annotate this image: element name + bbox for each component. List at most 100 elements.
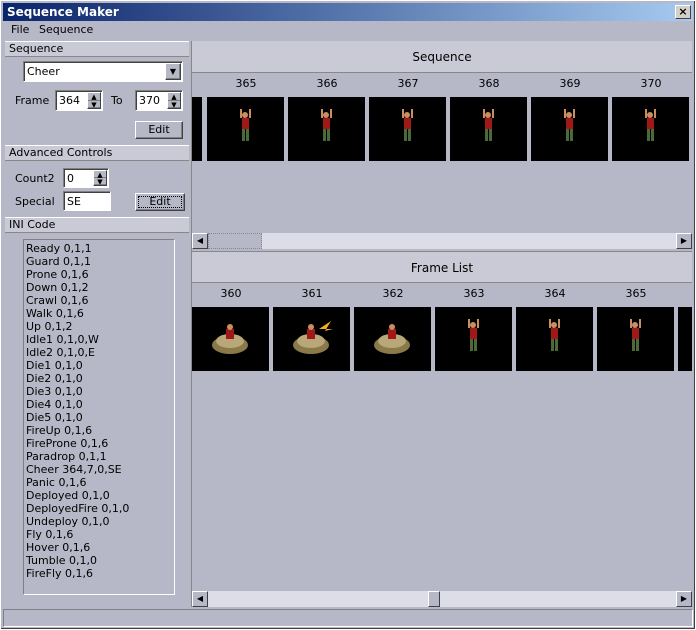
sequence-select[interactable]: Cheer ▼ [23,61,183,82]
soldier-sprite [402,109,413,141]
spin-up-icon[interactable]: ▲ [168,93,180,101]
ini-code-line: FireUp 0,1,6 [26,424,93,437]
ini-code-line: Panic 0,1,6 [26,476,87,489]
special-edit-button[interactable]: Edit [135,193,185,211]
frame-number: 366 [316,77,338,90]
special-label: Special [15,195,55,208]
ini-code-line: Guard 0,1,1 [26,255,92,268]
frame-thumbnail[interactable] [531,97,608,161]
bunker-sprite [374,324,410,354]
scroll-left-icon[interactable]: ◀ [192,233,208,249]
soldier-sprite [483,109,494,141]
bunker-sprite [212,324,248,354]
ini-code-line: Prone 0,1,6 [26,268,89,281]
special-field[interactable]: SE [63,191,111,211]
ini-code-line: Idle2 0,1,0,E [26,346,95,359]
frame-thumbnail[interactable] [597,307,674,371]
ini-code-line: DeployedFire 0,1,0 [26,502,130,515]
spin-down-icon[interactable]: ▼ [168,101,180,108]
frame-thumbnail[interactable] [354,307,431,371]
frame-to-value: 370 [139,94,160,107]
frame-thumbnail[interactable] [273,307,350,371]
ini-code-line: Paradrop 0,1,1 [26,450,107,463]
advanced-section-heading: Advanced Controls [5,145,189,161]
sequence-edit-button[interactable]: Edit [135,121,183,139]
frame-number: 360 [220,287,242,300]
frame-thumbnail[interactable] [450,97,527,161]
frame-from-spinner[interactable]: ▲ ▼ [87,92,101,109]
frame-list-header: Frame List [192,251,692,283]
ini-code-line: Cheer 364,7,0,SE [26,463,122,476]
chevron-down-icon[interactable]: ▼ [165,63,181,80]
frame-number: 363 [463,287,485,300]
window-title: Sequence Maker [7,5,119,19]
frame-label: Frame [15,94,50,107]
ini-code-line: Crawl 0,1,6 [26,294,89,307]
scroll-right-icon[interactable]: ▶ [676,591,692,607]
soldier-sprite [321,109,332,141]
frame-list-scroll-thumb[interactable] [428,591,440,607]
frame-number: 369 [559,77,581,90]
frame-number: 368 [478,77,500,90]
frame-thumbnail[interactable] [516,307,593,371]
scroll-left-icon[interactable]: ◀ [192,591,208,607]
spin-up-icon[interactable]: ▲ [94,171,106,179]
soldier-sprite [293,321,333,354]
count2-field[interactable]: 0 ▲ ▼ [63,168,109,188]
frame-number: 364 [544,287,566,300]
soldier-sprite [240,109,251,141]
frame-thumbnail-partial[interactable] [192,97,202,161]
ini-code-line: Tumble 0,1,0 [26,554,98,567]
ini-code-line: Idle1 0,1,0,W [26,333,99,346]
frame-thumbnail-partial[interactable] [678,307,692,371]
count2-spinner[interactable]: ▲ ▼ [93,170,107,186]
ini-section-heading: INI Code [5,217,189,233]
count2-value: 0 [67,172,74,185]
frame-thumbnail[interactable] [612,97,689,161]
soldier-sprite [468,319,479,351]
frame-thumbnail[interactable] [288,97,365,161]
ini-code-line: Die3 0,1,0 [26,385,83,398]
sequence-scrollbar[interactable]: ◀ ▶ [192,233,692,249]
status-bar [3,609,693,627]
main-window: Sequence Maker × File Sequence Sequence … [0,0,696,630]
ini-code-line: Die1 0,1,0 [26,359,83,372]
frame-thumbnail[interactable] [192,307,269,371]
sequence-scroll-thumb[interactable] [208,233,262,249]
frame-thumbnail[interactable] [207,97,284,161]
sequence-select-value: Cheer [27,65,60,78]
to-label: To [111,94,123,107]
ini-code-line: Up 0,1,2 [26,320,73,333]
frame-list-scrollbar[interactable]: ◀ ▶ [192,591,692,607]
ini-code-line: Walk 0,1,6 [26,307,84,320]
ini-code-line: Die2 0,1,0 [26,372,83,385]
scroll-right-icon[interactable]: ▶ [676,233,692,249]
ini-code-line: Fly 0,1,6 [26,528,74,541]
soldier-sprite [564,109,575,141]
frames-pane: Sequence 365 366 367 368 369 370 ◀ ▶ Frame Li… [191,41,693,607]
ini-code-list[interactable]: Ready 0,1,1 Guard 0,1,1 Prone 0,1,6 Down 0,… [23,239,175,595]
soldier-sprite [645,109,656,141]
frame-thumbnail[interactable] [435,307,512,371]
menu-file[interactable]: File [11,23,29,36]
ini-code-line: FireProne 0,1,6 [26,437,109,450]
frame-number: 361 [301,287,323,300]
spin-down-icon[interactable]: ▼ [88,101,100,108]
frame-from-field[interactable]: 364 ▲ ▼ [55,90,103,111]
frame-number: 365 [625,287,647,300]
frame-number: 367 [397,77,419,90]
ini-code-line: Ready 0,1,1 [26,242,92,255]
close-button[interactable]: × [675,5,691,19]
spin-up-icon[interactable]: ▲ [88,93,100,101]
count2-label: Count2 [15,172,55,185]
ini-code-line: Down 0,1,2 [26,281,89,294]
frame-to-spinner[interactable]: ▲ ▼ [167,92,181,109]
ini-code-line: Die5 0,1,0 [26,411,83,424]
frame-to-field[interactable]: 370 ▲ ▼ [135,90,183,111]
menu-sequence[interactable]: Sequence [39,23,93,36]
ini-code-line: Die4 0,1,0 [26,398,83,411]
spin-down-icon[interactable]: ▼ [94,178,106,186]
frame-from-value: 364 [59,94,80,107]
frame-thumbnail[interactable] [369,97,446,161]
sequence-section-heading: Sequence [5,41,189,57]
